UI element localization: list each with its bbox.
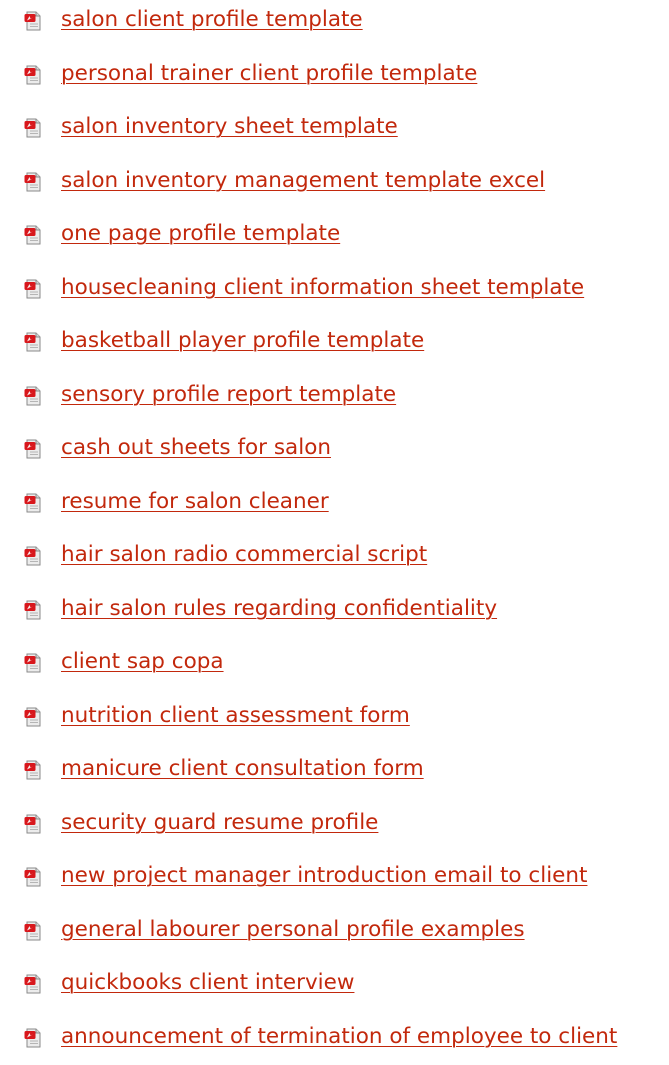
document-link[interactable]: security guard resume profile (61, 810, 378, 836)
list-item-3: salon inventory sheet template (0, 102, 669, 156)
document-link[interactable]: housecleaning client information sheet t… (61, 275, 584, 301)
document-link[interactable]: manicure client consultation form (61, 756, 424, 782)
document-link-list: salon client profile template personal t… (0, 0, 669, 1065)
pdf-document-icon (24, 225, 42, 245)
document-link[interactable]: personal trainer client profile template (61, 61, 477, 87)
document-link[interactable]: one page profile template (61, 221, 340, 247)
pdf-document-icon (24, 172, 42, 192)
list-item-16: security guard resume profile (0, 798, 669, 852)
document-link[interactable]: hair salon rules regarding confidentiali… (61, 596, 497, 622)
document-link[interactable]: salon inventory sheet template (61, 114, 398, 140)
pdf-document-icon (24, 1028, 42, 1048)
list-item-4: salon inventory management template exce… (0, 156, 669, 210)
pdf-document-icon (24, 921, 42, 941)
document-link[interactable]: basketball player profile template (61, 328, 424, 354)
document-link[interactable]: new project manager introduction email t… (61, 863, 587, 889)
list-item-11: hair salon radio commercial script (0, 530, 669, 584)
list-item-20: announcement of termination of employee … (0, 1012, 669, 1065)
document-link[interactable]: hair salon radio commercial script (61, 542, 427, 568)
pdf-document-icon (24, 118, 42, 138)
list-item-13: client sap copa (0, 637, 669, 691)
document-link[interactable]: quickbooks client interview (61, 970, 354, 996)
list-item-18: general labourer personal profile exampl… (0, 905, 669, 959)
list-item-8: sensory profile report template (0, 370, 669, 424)
pdf-document-icon (24, 439, 42, 459)
document-link[interactable]: resume for salon cleaner (61, 489, 329, 515)
list-item-14: nutrition client assessment form (0, 691, 669, 745)
list-item-19: quickbooks client interview (0, 958, 669, 1012)
list-item-1: salon client profile template (0, 0, 669, 49)
document-link[interactable]: general labourer personal profile exampl… (61, 917, 525, 943)
list-item-7: basketball player profile template (0, 316, 669, 370)
pdf-document-icon (24, 707, 42, 727)
list-item-15: manicure client consultation form (0, 744, 669, 798)
list-item-17: new project manager introduction email t… (0, 851, 669, 905)
document-link[interactable]: announcement of termination of employee … (61, 1024, 617, 1050)
pdf-document-icon (24, 600, 42, 620)
pdf-document-icon (24, 65, 42, 85)
pdf-document-icon (24, 279, 42, 299)
pdf-document-icon (24, 974, 42, 994)
document-link[interactable]: client sap copa (61, 649, 224, 675)
pdf-document-icon (24, 760, 42, 780)
document-link[interactable]: sensory profile report template (61, 382, 396, 408)
document-link[interactable]: salon client profile template (61, 7, 363, 33)
list-item-12: hair salon rules regarding confidentiali… (0, 584, 669, 638)
pdf-document-icon (24, 386, 42, 406)
document-link[interactable]: salon inventory management template exce… (61, 168, 545, 194)
list-item-10: resume for salon cleaner (0, 477, 669, 531)
pdf-document-icon (24, 332, 42, 352)
pdf-document-icon (24, 867, 42, 887)
pdf-document-icon (24, 814, 42, 834)
list-item-2: personal trainer client profile template (0, 49, 669, 103)
list-item-6: housecleaning client information sheet t… (0, 263, 669, 317)
pdf-document-icon (24, 546, 42, 566)
document-link[interactable]: cash out sheets for salon (61, 435, 331, 461)
pdf-document-icon (24, 11, 42, 31)
pdf-document-icon (24, 653, 42, 673)
pdf-document-icon (24, 493, 42, 513)
list-item-5: one page profile template (0, 209, 669, 263)
document-link[interactable]: nutrition client assessment form (61, 703, 410, 729)
list-item-9: cash out sheets for salon (0, 423, 669, 477)
